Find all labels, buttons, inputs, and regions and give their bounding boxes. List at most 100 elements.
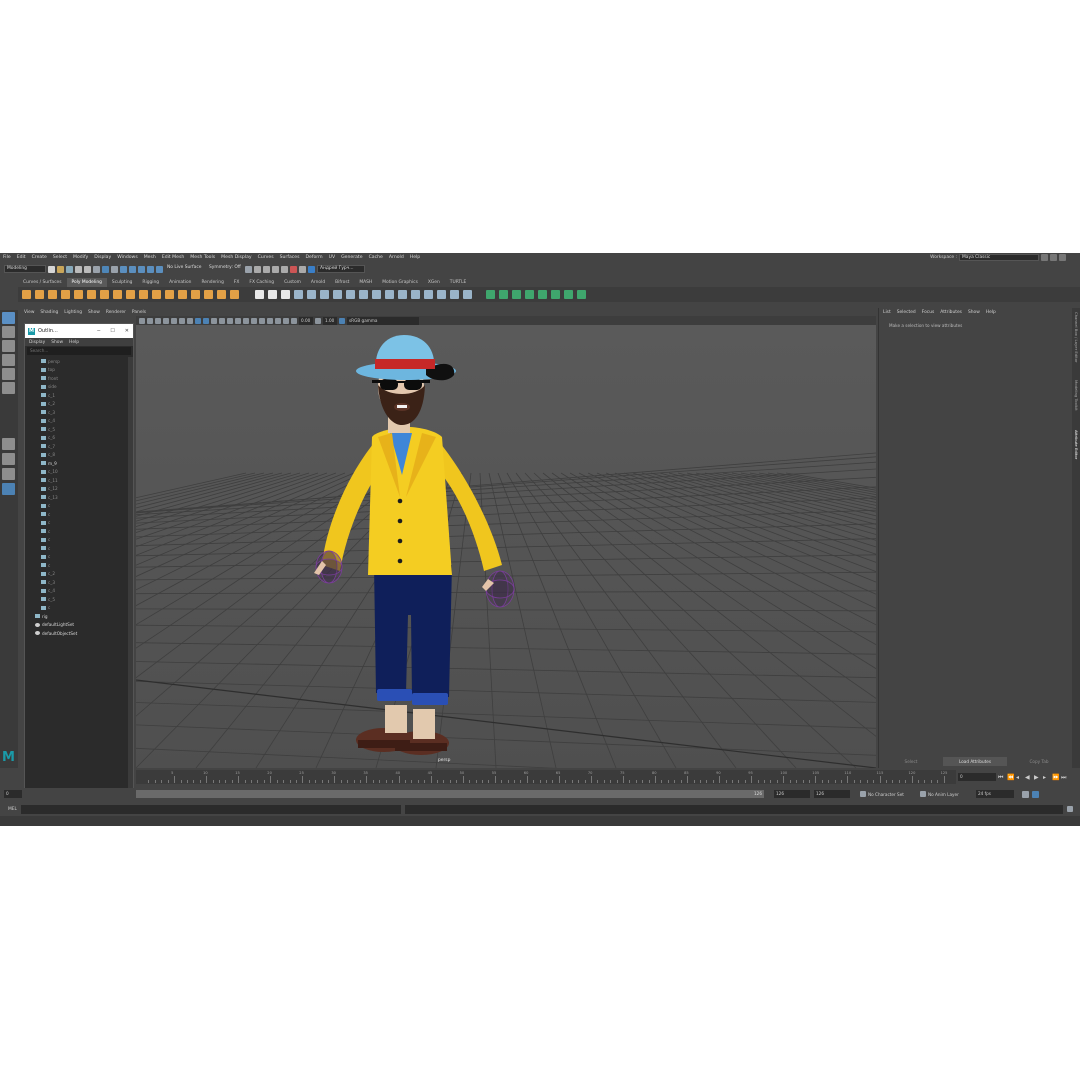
uv-editor-icon[interactable] xyxy=(486,290,495,299)
outliner-item[interactable]: c_6 xyxy=(25,434,129,443)
outliner-menu-help[interactable]: Help xyxy=(69,340,79,345)
textured-icon[interactable] xyxy=(219,317,225,324)
shelf-tab-xgen[interactable]: XGen xyxy=(423,278,445,287)
outliner-item[interactable]: persp xyxy=(25,357,129,366)
four-view-layout-icon[interactable] xyxy=(2,453,15,465)
pyramid-icon[interactable] xyxy=(126,290,135,299)
menu-mesh[interactable]: Mesh xyxy=(141,255,159,260)
resolution-gate-icon[interactable] xyxy=(187,317,193,324)
smooth-icon[interactable] xyxy=(281,290,290,299)
snap-view-icon[interactable] xyxy=(147,265,154,273)
copy-tab-button[interactable]: Copy Tab xyxy=(1007,757,1071,766)
tab-channel-box[interactable]: Channel Box / Layer Editor xyxy=(1073,312,1079,363)
step-forward-key-icon[interactable]: ⏩ xyxy=(1052,774,1059,781)
separate-icon[interactable] xyxy=(268,290,277,299)
boolean-icon[interactable] xyxy=(294,290,303,299)
load-attributes-button[interactable]: Load Attributes xyxy=(943,757,1007,766)
tab-attribute-editor[interactable]: Attribute Editor xyxy=(1073,430,1079,459)
rotate-tool-icon[interactable] xyxy=(2,368,15,380)
camera-attributes-icon[interactable] xyxy=(147,317,153,324)
anti-aliasing-icon[interactable] xyxy=(259,317,265,324)
auto-key-icon[interactable] xyxy=(1022,790,1029,798)
go-to-start-icon[interactable]: ⏮ xyxy=(998,774,1005,781)
wireframe-icon[interactable] xyxy=(195,317,201,324)
bookmarks-icon[interactable] xyxy=(155,317,161,324)
planar-uv-icon[interactable] xyxy=(525,290,534,299)
paint-select-tool-icon[interactable] xyxy=(2,340,15,352)
close-icon[interactable]: ✕ xyxy=(125,328,129,334)
undo-icon[interactable] xyxy=(75,265,82,273)
menu-surfaces[interactable]: Surfaces xyxy=(277,255,303,260)
cone-icon[interactable] xyxy=(61,290,70,299)
extrude-icon[interactable] xyxy=(320,290,329,299)
attribute-menu-help[interactable]: Help xyxy=(986,310,996,315)
xray-icon[interactable] xyxy=(275,317,281,324)
xray-joints-icon[interactable] xyxy=(283,317,289,324)
script-editor-icon[interactable] xyxy=(1067,806,1074,812)
shelf-tab-turtle[interactable]: TURTLE xyxy=(445,278,472,287)
outliner-item[interactable]: rig xyxy=(25,612,129,621)
outliner-search-input[interactable]: Search... xyxy=(27,347,131,355)
target-weld-icon[interactable] xyxy=(385,290,394,299)
outliner-scrollbar[interactable] xyxy=(128,357,133,797)
shelf-tab-curves-surfaces[interactable]: Curves / Surfaces xyxy=(18,278,67,287)
circularize-icon[interactable] xyxy=(463,290,472,299)
sphere-icon[interactable] xyxy=(22,290,31,299)
render-frame-icon[interactable] xyxy=(254,265,261,273)
outliner-menu-show[interactable]: Show xyxy=(51,340,63,345)
torus-icon[interactable] xyxy=(74,290,83,299)
multi-cut-icon[interactable] xyxy=(398,290,407,299)
user-account-dropdown[interactable]: Андрей Гурч... xyxy=(317,265,365,273)
menu-cache[interactable]: Cache xyxy=(366,255,386,260)
soccer-icon[interactable] xyxy=(191,290,200,299)
viewport-menu-shading[interactable]: Shading xyxy=(40,310,58,315)
shelf-tab-custom[interactable]: Custom xyxy=(279,278,306,287)
menu-windows[interactable]: Windows xyxy=(114,255,141,260)
menu-help[interactable]: Help xyxy=(407,255,423,260)
workspace-dropdown[interactable]: Maya Classic xyxy=(959,254,1039,261)
character-set-dropdown[interactable]: No Character Set xyxy=(868,792,920,797)
outliner-item[interactable]: c_5 xyxy=(25,595,129,604)
smooth-shade-icon[interactable] xyxy=(203,317,209,324)
menu-deform[interactable]: Deform xyxy=(303,255,326,260)
outliner-item[interactable]: c_2 xyxy=(25,400,129,409)
helix-icon[interactable] xyxy=(165,290,174,299)
command-language-label[interactable]: MEL xyxy=(8,807,17,812)
render-settings-icon[interactable] xyxy=(272,265,279,273)
end-time-field[interactable]: 126 xyxy=(774,790,810,798)
attribute-menu-list[interactable]: List xyxy=(883,310,891,315)
fill-hole-icon[interactable] xyxy=(359,290,368,299)
cube-icon[interactable] xyxy=(35,290,44,299)
shelf-tab-sculpting[interactable]: Sculpting xyxy=(107,278,138,287)
menu-display[interactable]: Display xyxy=(91,255,114,260)
outliner-item[interactable]: defaultLightSet xyxy=(25,621,129,630)
outliner-item[interactable]: m_9 xyxy=(25,459,129,468)
start-time-field[interactable]: 0 xyxy=(4,790,22,798)
outliner-title-bar[interactable]: M Outlin... ─ ☐ ✕ xyxy=(25,324,133,338)
open-scene-icon[interactable] xyxy=(57,265,64,273)
construction-history-icon[interactable] xyxy=(245,265,252,273)
gear-icon[interactable] xyxy=(178,290,187,299)
viewport-menu-panels[interactable]: Panels xyxy=(132,310,146,315)
shelf-tab-bifrost[interactable]: Bifrost xyxy=(330,278,354,287)
outliner-item[interactable]: c xyxy=(25,561,129,570)
outliner-item[interactable]: c_4 xyxy=(25,417,129,426)
automatic-uv-icon[interactable] xyxy=(499,290,508,299)
shelf-tab-fx-caching[interactable]: FX Caching xyxy=(244,278,279,287)
anim-layer-dropdown[interactable]: No Anim Layer xyxy=(928,792,976,797)
animation-preferences-icon[interactable] xyxy=(1032,790,1039,798)
outliner-item[interactable]: c xyxy=(25,502,129,511)
playback-end-field[interactable]: 126 xyxy=(814,790,850,798)
isolate-select-icon[interactable] xyxy=(267,317,273,324)
viewport-menu-show[interactable]: Show xyxy=(88,310,100,315)
use-all-lights-icon[interactable] xyxy=(227,317,233,324)
outliner-item[interactable]: c xyxy=(25,536,129,545)
outliner-item[interactable]: c_13 xyxy=(25,493,129,502)
bevel-icon[interactable] xyxy=(346,290,355,299)
range-slider-bar[interactable]: 126 xyxy=(136,790,764,798)
platonic-icon[interactable] xyxy=(113,290,122,299)
pause-render-icon[interactable] xyxy=(299,265,306,273)
outliner-item[interactable]: c_10 xyxy=(25,468,129,477)
svg-icon[interactable] xyxy=(230,290,239,299)
camera-uv-icon[interactable] xyxy=(512,290,521,299)
